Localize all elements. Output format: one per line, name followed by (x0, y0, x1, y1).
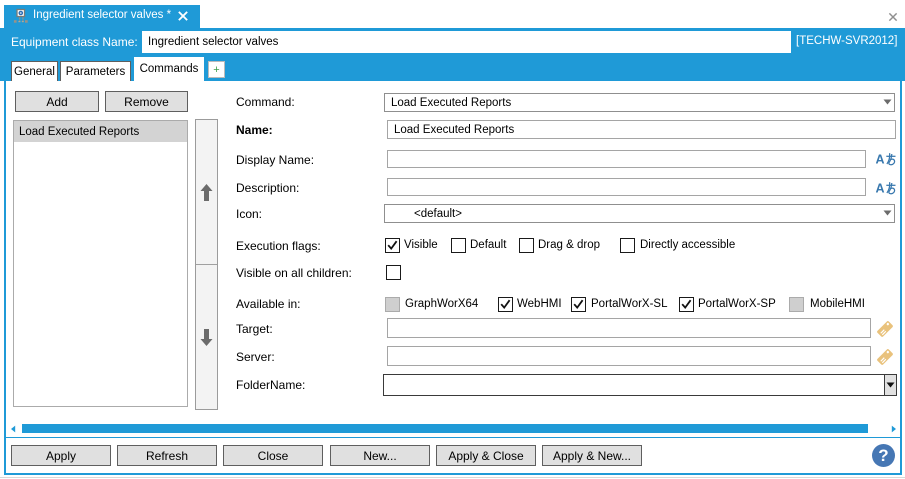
svg-text:A: A (876, 182, 885, 196)
svg-text:A: A (876, 153, 885, 167)
